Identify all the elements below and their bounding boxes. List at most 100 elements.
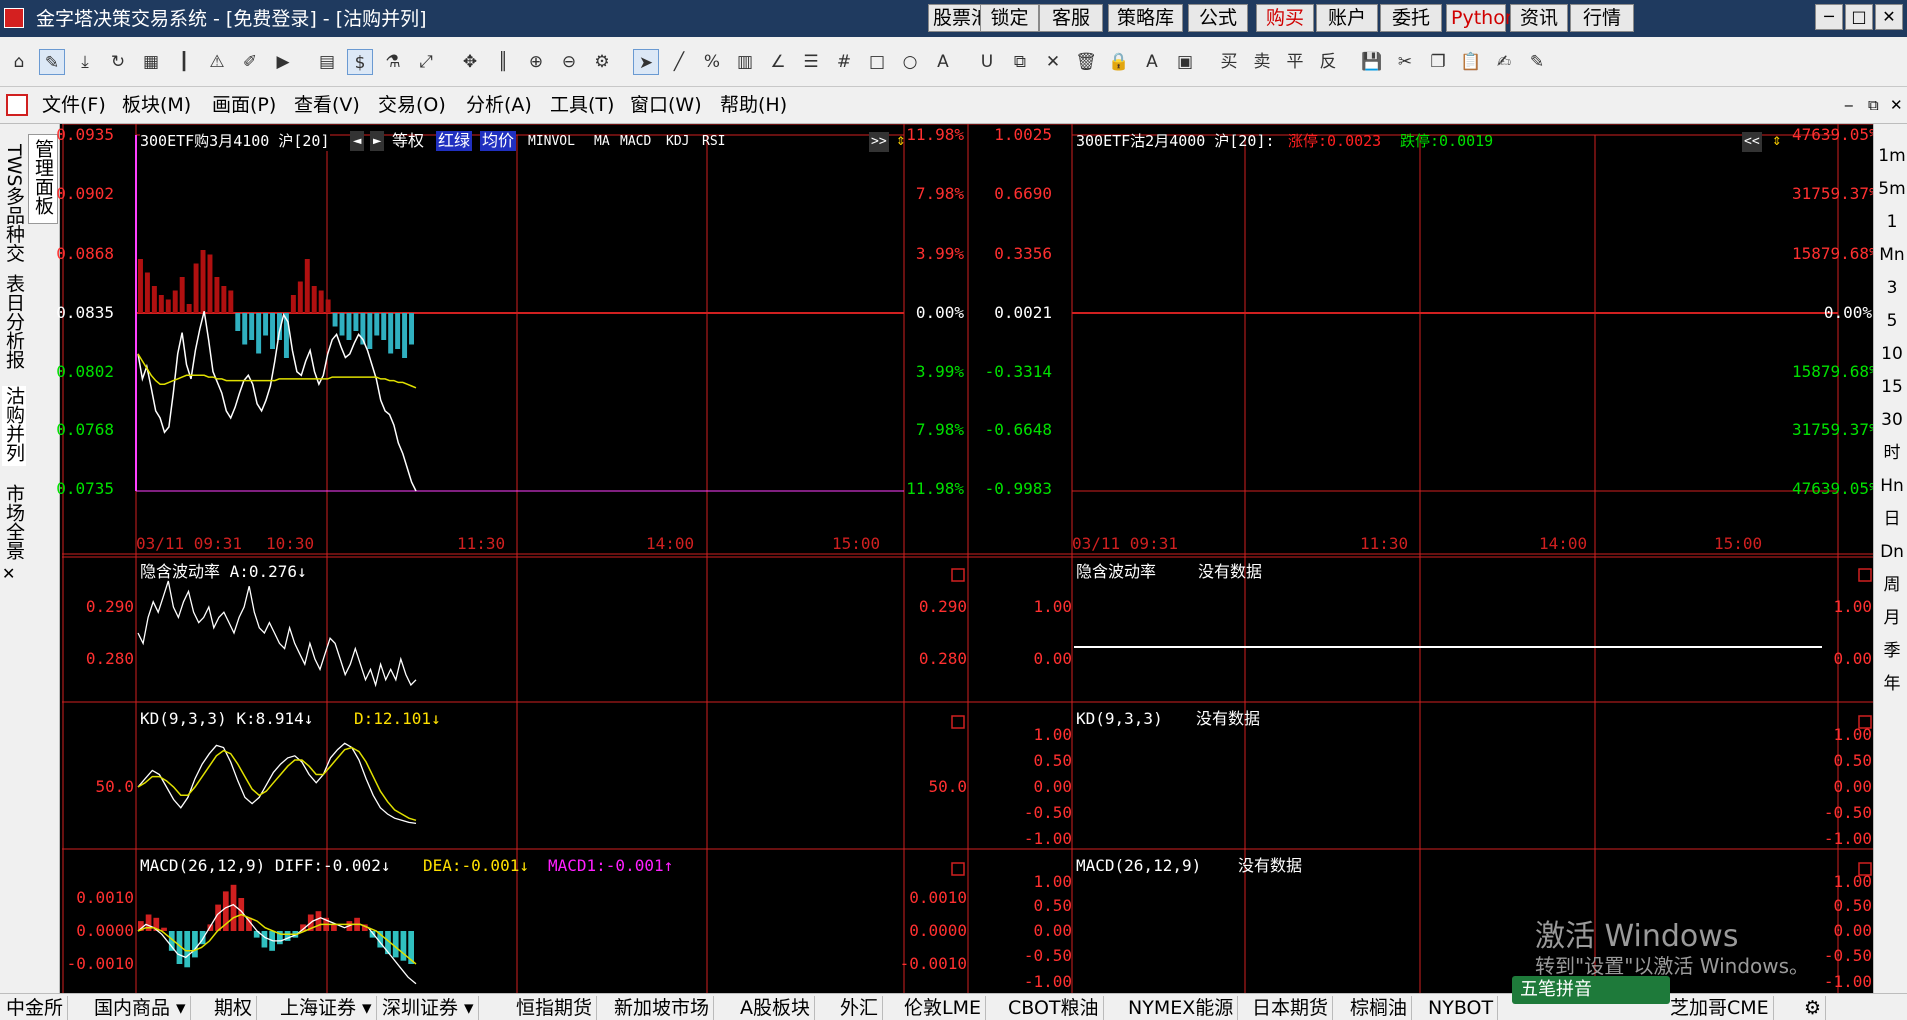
- ind-ma[interactable]: MA: [594, 132, 610, 152]
- grid-icon[interactable]: ▦: [138, 49, 164, 75]
- mode-red-green[interactable]: 红绿: [436, 131, 473, 151]
- close-button[interactable]: ✕: [1875, 4, 1903, 30]
- copy-icon[interactable]: ❐: [1425, 49, 1451, 75]
- percent-icon[interactable]: %: [699, 49, 725, 75]
- dollar-icon[interactable]: $: [347, 49, 373, 75]
- period-tab-11[interactable]: 日: [1878, 509, 1906, 529]
- market-tab-15[interactable]: 芝加哥CME: [1666, 996, 1774, 1020]
- market-tab-8[interactable]: 外汇: [836, 996, 884, 1020]
- period-tab-12[interactable]: Dn: [1878, 542, 1906, 562]
- left-tab-close-icon[interactable]: ✕: [2, 564, 15, 583]
- left-tab-admin[interactable]: 管理面板: [28, 134, 58, 224]
- expand-icon[interactable]: ⤢: [413, 49, 439, 75]
- period-tab-13[interactable]: 周: [1878, 575, 1906, 595]
- ruler-icon[interactable]: ▥: [732, 49, 758, 75]
- title-button-0[interactable]: 股票池: [928, 4, 990, 32]
- market-tab-1[interactable]: 国内商品 ▾: [90, 996, 191, 1020]
- menu-item-5[interactable]: 分析(A): [466, 94, 532, 116]
- market-tab-2[interactable]: 期权: [210, 996, 258, 1020]
- title-button-6[interactable]: 账户: [1316, 4, 1378, 32]
- market-tab-11[interactable]: NYMEX能源: [1124, 996, 1239, 1020]
- mdi-close-icon[interactable]: ✕: [1890, 94, 1903, 116]
- download-icon[interactable]: ⤓: [72, 49, 98, 75]
- zoom-in-icon[interactable]: ⊕: [523, 49, 549, 75]
- market-tab-12[interactable]: 日本期货: [1248, 996, 1334, 1020]
- title-button-4[interactable]: 公式: [1188, 4, 1248, 32]
- filter-icon[interactable]: ⚗: [380, 49, 406, 75]
- zoom-out-icon[interactable]: ⊖: [556, 49, 582, 75]
- market-tab-10[interactable]: CBOT粮油: [1004, 996, 1104, 1020]
- market-tab-9[interactable]: 伦敦LME: [900, 996, 986, 1020]
- period-tab-10[interactable]: Hn: [1878, 476, 1906, 496]
- period-tab-7[interactable]: 15: [1878, 377, 1906, 397]
- menu-item-8[interactable]: 帮助(H): [720, 94, 787, 116]
- menu-item-7[interactable]: 窗口(W): [630, 94, 702, 116]
- move-icon[interactable]: ✥: [457, 49, 483, 75]
- mode-avg-price[interactable]: 均价: [480, 131, 517, 151]
- period-tab-4[interactable]: 3: [1878, 278, 1906, 298]
- period-tab-6[interactable]: 10: [1878, 344, 1906, 364]
- title-button-2[interactable]: 客服: [1039, 4, 1103, 32]
- ind-minvol[interactable]: MINVOL: [528, 132, 575, 152]
- period-tab-0[interactable]: 1m: [1878, 146, 1906, 166]
- right-pin-icon[interactable]: ⇕: [1772, 130, 1782, 150]
- title-button-1[interactable]: 锁定: [980, 4, 1039, 32]
- menu-item-2[interactable]: 画面(P): [212, 94, 276, 116]
- save-icon[interactable]: 💾: [1359, 49, 1385, 75]
- chart-bars-icon[interactable]: ┃: [171, 49, 197, 75]
- mdi-minimize-icon[interactable]: ‒: [1844, 94, 1854, 116]
- prev-button[interactable]: ◄: [350, 131, 365, 151]
- font-color-icon[interactable]: A: [1139, 49, 1165, 75]
- brush-icon[interactable]: ✍: [1491, 49, 1517, 75]
- settings-icon[interactable]: ⚙: [589, 49, 615, 75]
- period-tab-14[interactable]: 月: [1878, 608, 1906, 628]
- menu-item-4[interactable]: 交易(O): [378, 94, 446, 116]
- circle-icon[interactable]: ○: [897, 49, 923, 75]
- collapse-button[interactable]: <<: [1742, 132, 1762, 152]
- document-icon[interactable]: ▤: [314, 49, 340, 75]
- edit-icon[interactable]: ✐: [237, 49, 263, 75]
- sell-icon[interactable]: 卖: [1249, 49, 1275, 75]
- chart-workspace[interactable]: 300ETF购3月4100 沪[20] ◄ ► 等权 红绿 均价 MINVOL …: [56, 124, 1879, 993]
- period-tab-16[interactable]: 年: [1878, 674, 1906, 694]
- split-icon[interactable]: ║: [490, 49, 516, 75]
- menu-item-3[interactable]: 查看(V): [294, 94, 360, 116]
- buy-icon[interactable]: 买: [1216, 49, 1242, 75]
- market-tab-3[interactable]: 上海证券 ▾: [276, 996, 377, 1020]
- title-button-9[interactable]: 资讯: [1510, 4, 1568, 32]
- save-shape-icon[interactable]: ▣: [1172, 49, 1198, 75]
- trash-icon[interactable]: 🗑: [1073, 49, 1099, 75]
- paste-icon[interactable]: 📋: [1458, 49, 1484, 75]
- period-tab-2[interactable]: 1: [1878, 212, 1906, 232]
- market-tab-13[interactable]: 棕榈油: [1346, 996, 1413, 1020]
- title-button-7[interactable]: 委托: [1380, 4, 1442, 32]
- next-button[interactable]: ►: [370, 131, 385, 151]
- mode-equal-weight[interactable]: 等权: [392, 131, 424, 151]
- left-tab-report[interactable]: 表日分析报: [2, 274, 26, 374]
- period-tab-8[interactable]: 30: [1878, 410, 1906, 430]
- title-button-3[interactable]: 策略库: [1108, 4, 1183, 32]
- warning-icon[interactable]: ⚠: [204, 49, 230, 75]
- home-icon[interactable]: ⌂: [6, 49, 32, 75]
- text-a-icon[interactable]: A: [930, 49, 956, 75]
- period-tab-1[interactable]: 5m: [1878, 179, 1906, 199]
- menu-item-0[interactable]: 文件(F): [42, 94, 106, 116]
- reverse-icon[interactable]: 反: [1315, 49, 1341, 75]
- left-tab-tws[interactable]: TWS多品种交: [2, 144, 26, 294]
- angle-icon[interactable]: ∠: [765, 49, 791, 75]
- ime-toolbar[interactable]: 五笔拼音: [1512, 976, 1670, 1004]
- play-icon[interactable]: ▶: [270, 49, 296, 75]
- market-tab-0[interactable]: 中金所: [2, 996, 69, 1020]
- market-tab-7[interactable]: A股板块: [736, 996, 815, 1020]
- refresh-icon[interactable]: ↻: [105, 49, 131, 75]
- left-tab-market[interactable]: 市场全景: [2, 484, 26, 574]
- palette-icon[interactable]: ✎: [1524, 49, 1550, 75]
- minimize-button[interactable]: ─: [1815, 4, 1843, 30]
- period-tab-9[interactable]: 时: [1878, 443, 1906, 463]
- market-tab-14[interactable]: NYBOT: [1424, 996, 1499, 1020]
- cut-icon[interactable]: ✂: [1392, 49, 1418, 75]
- ind-macd[interactable]: MACD: [620, 132, 651, 152]
- flat-icon[interactable]: 平: [1282, 49, 1308, 75]
- period-tab-15[interactable]: 季: [1878, 641, 1906, 661]
- magnet-icon[interactable]: U: [974, 49, 1000, 75]
